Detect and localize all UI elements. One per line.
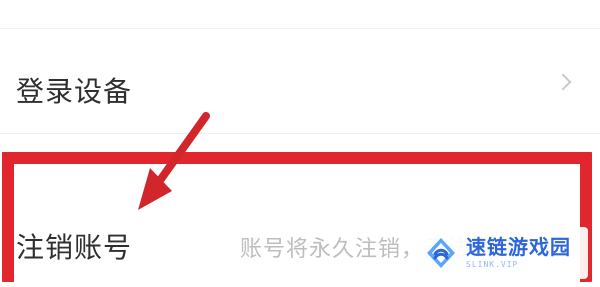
watermark: 速链游戏园 SLINK.VIP — [412, 227, 588, 279]
login-devices-row[interactable]: 登录设备 — [0, 58, 600, 114]
section-divider — [0, 133, 600, 134]
watermark-subtitle: SLINK.VIP — [466, 260, 519, 269]
diamond-link-icon — [427, 238, 455, 268]
chevron-right-icon — [554, 73, 572, 91]
settings-page: 登录设备 注销账号 账号将永久注销，无法恢复 速链游戏园 SLINK.VIP — [0, 0, 600, 287]
delete-account-label: 注销账号 — [16, 231, 133, 264]
login-devices-label: 登录设备 — [16, 75, 133, 108]
top-divider — [0, 28, 600, 29]
watermark-text: 速链游戏园 SLINK.VIP — [466, 235, 571, 270]
annotation-arrow — [138, 112, 210, 210]
watermark-title: 速链游戏园 — [466, 235, 571, 259]
